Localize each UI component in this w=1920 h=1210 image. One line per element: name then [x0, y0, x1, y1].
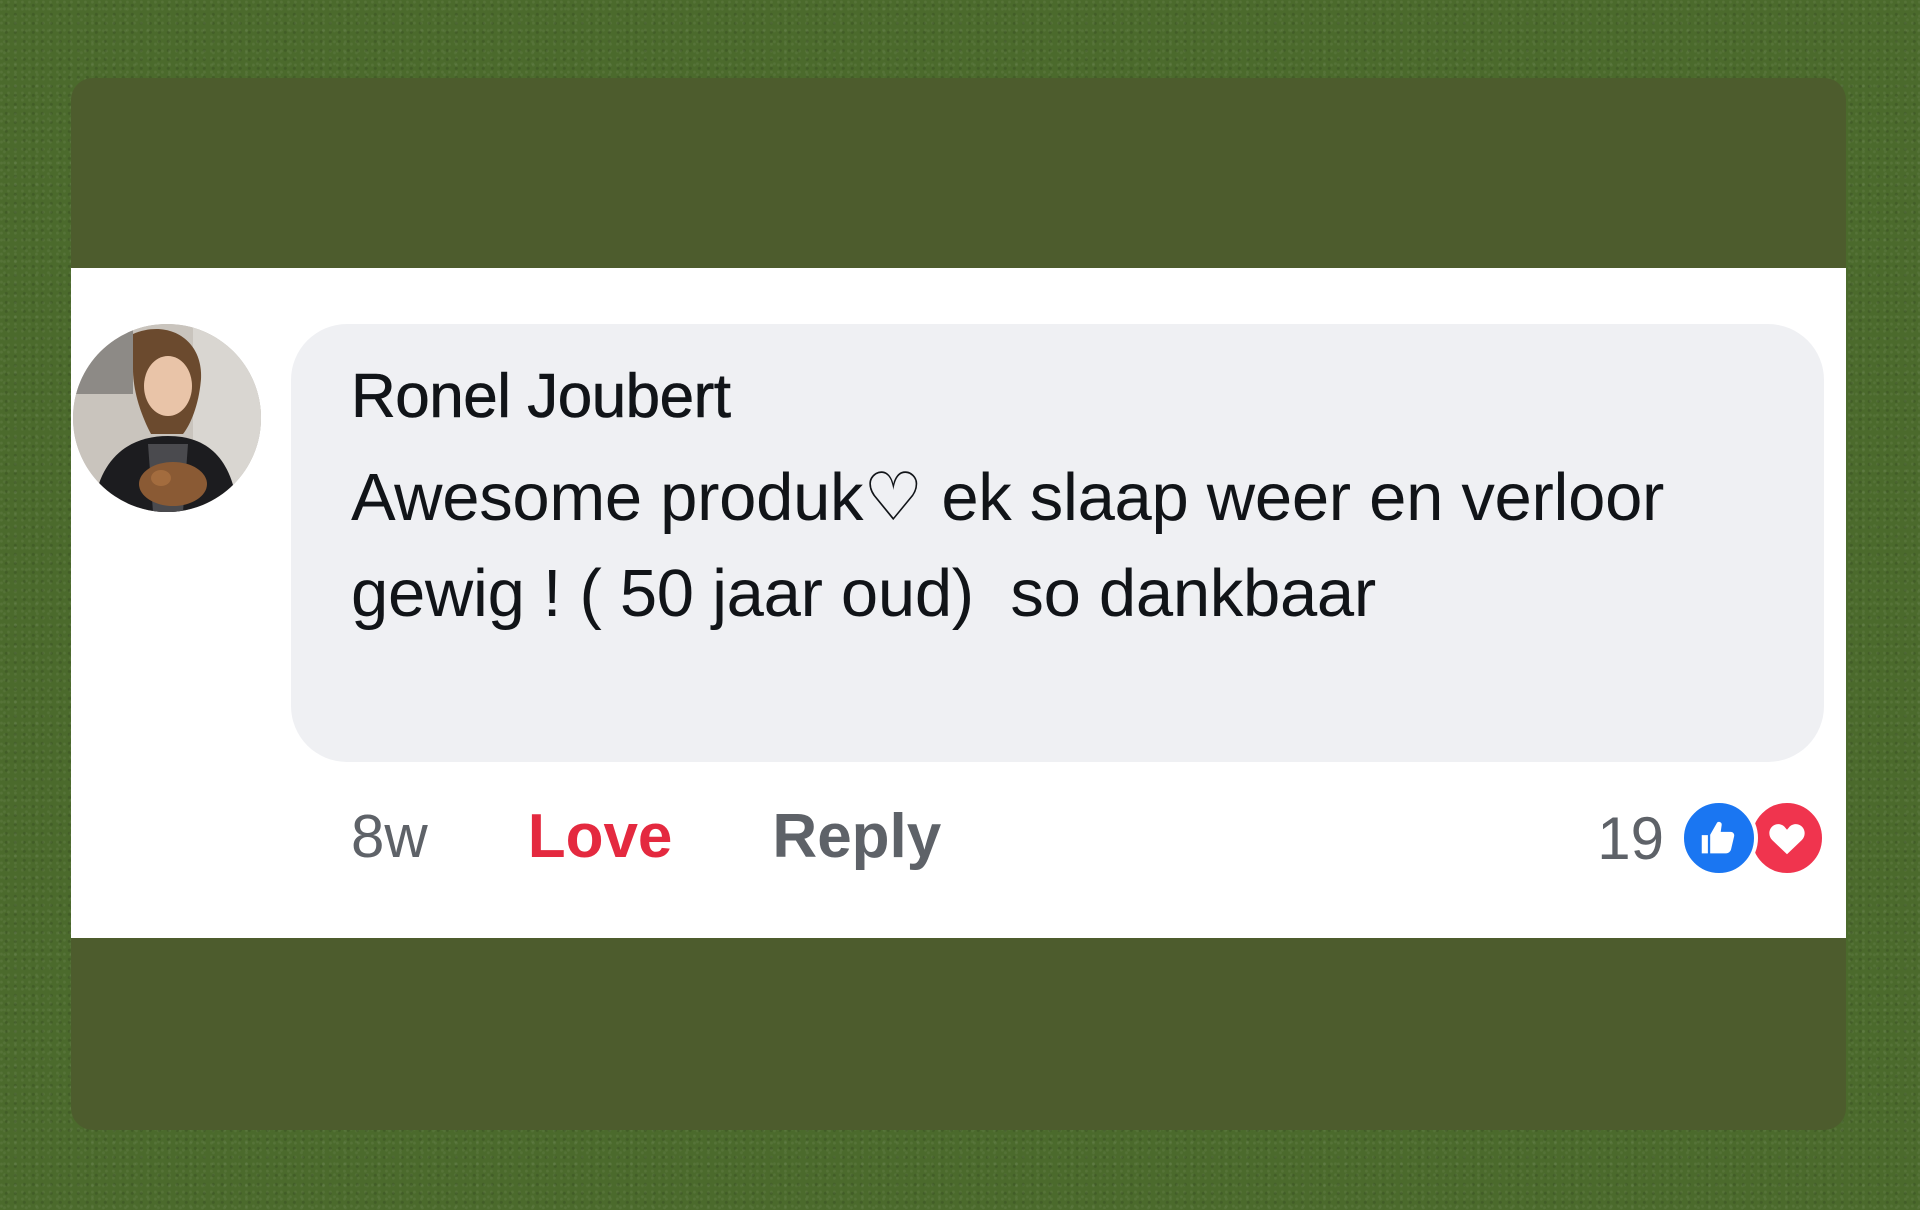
comment-actions: 8w Love Reply	[351, 788, 941, 884]
love-button[interactable]: Love	[528, 801, 673, 872]
reaction-count: 19	[1597, 804, 1664, 872]
love-icon	[1748, 799, 1826, 877]
like-icon	[1680, 799, 1758, 877]
reaction-icons	[1680, 799, 1826, 877]
author-name[interactable]: Ronel Joubert	[351, 356, 1764, 438]
reply-button[interactable]: Reply	[772, 801, 941, 872]
avatar-photo	[73, 324, 261, 512]
comment-text: Awesome produk♡ ek slaap weer en verloor…	[351, 460, 1683, 631]
avatar[interactable]	[73, 324, 261, 512]
comment-card: Ronel Joubert Awesome produk♡ ek slaap w…	[71, 268, 1846, 938]
comment-bubble: Ronel Joubert Awesome produk♡ ek slaap w…	[291, 324, 1824, 762]
comment-timestamp[interactable]: 8w	[351, 802, 428, 871]
reaction-summary[interactable]: 19	[1597, 790, 1826, 886]
